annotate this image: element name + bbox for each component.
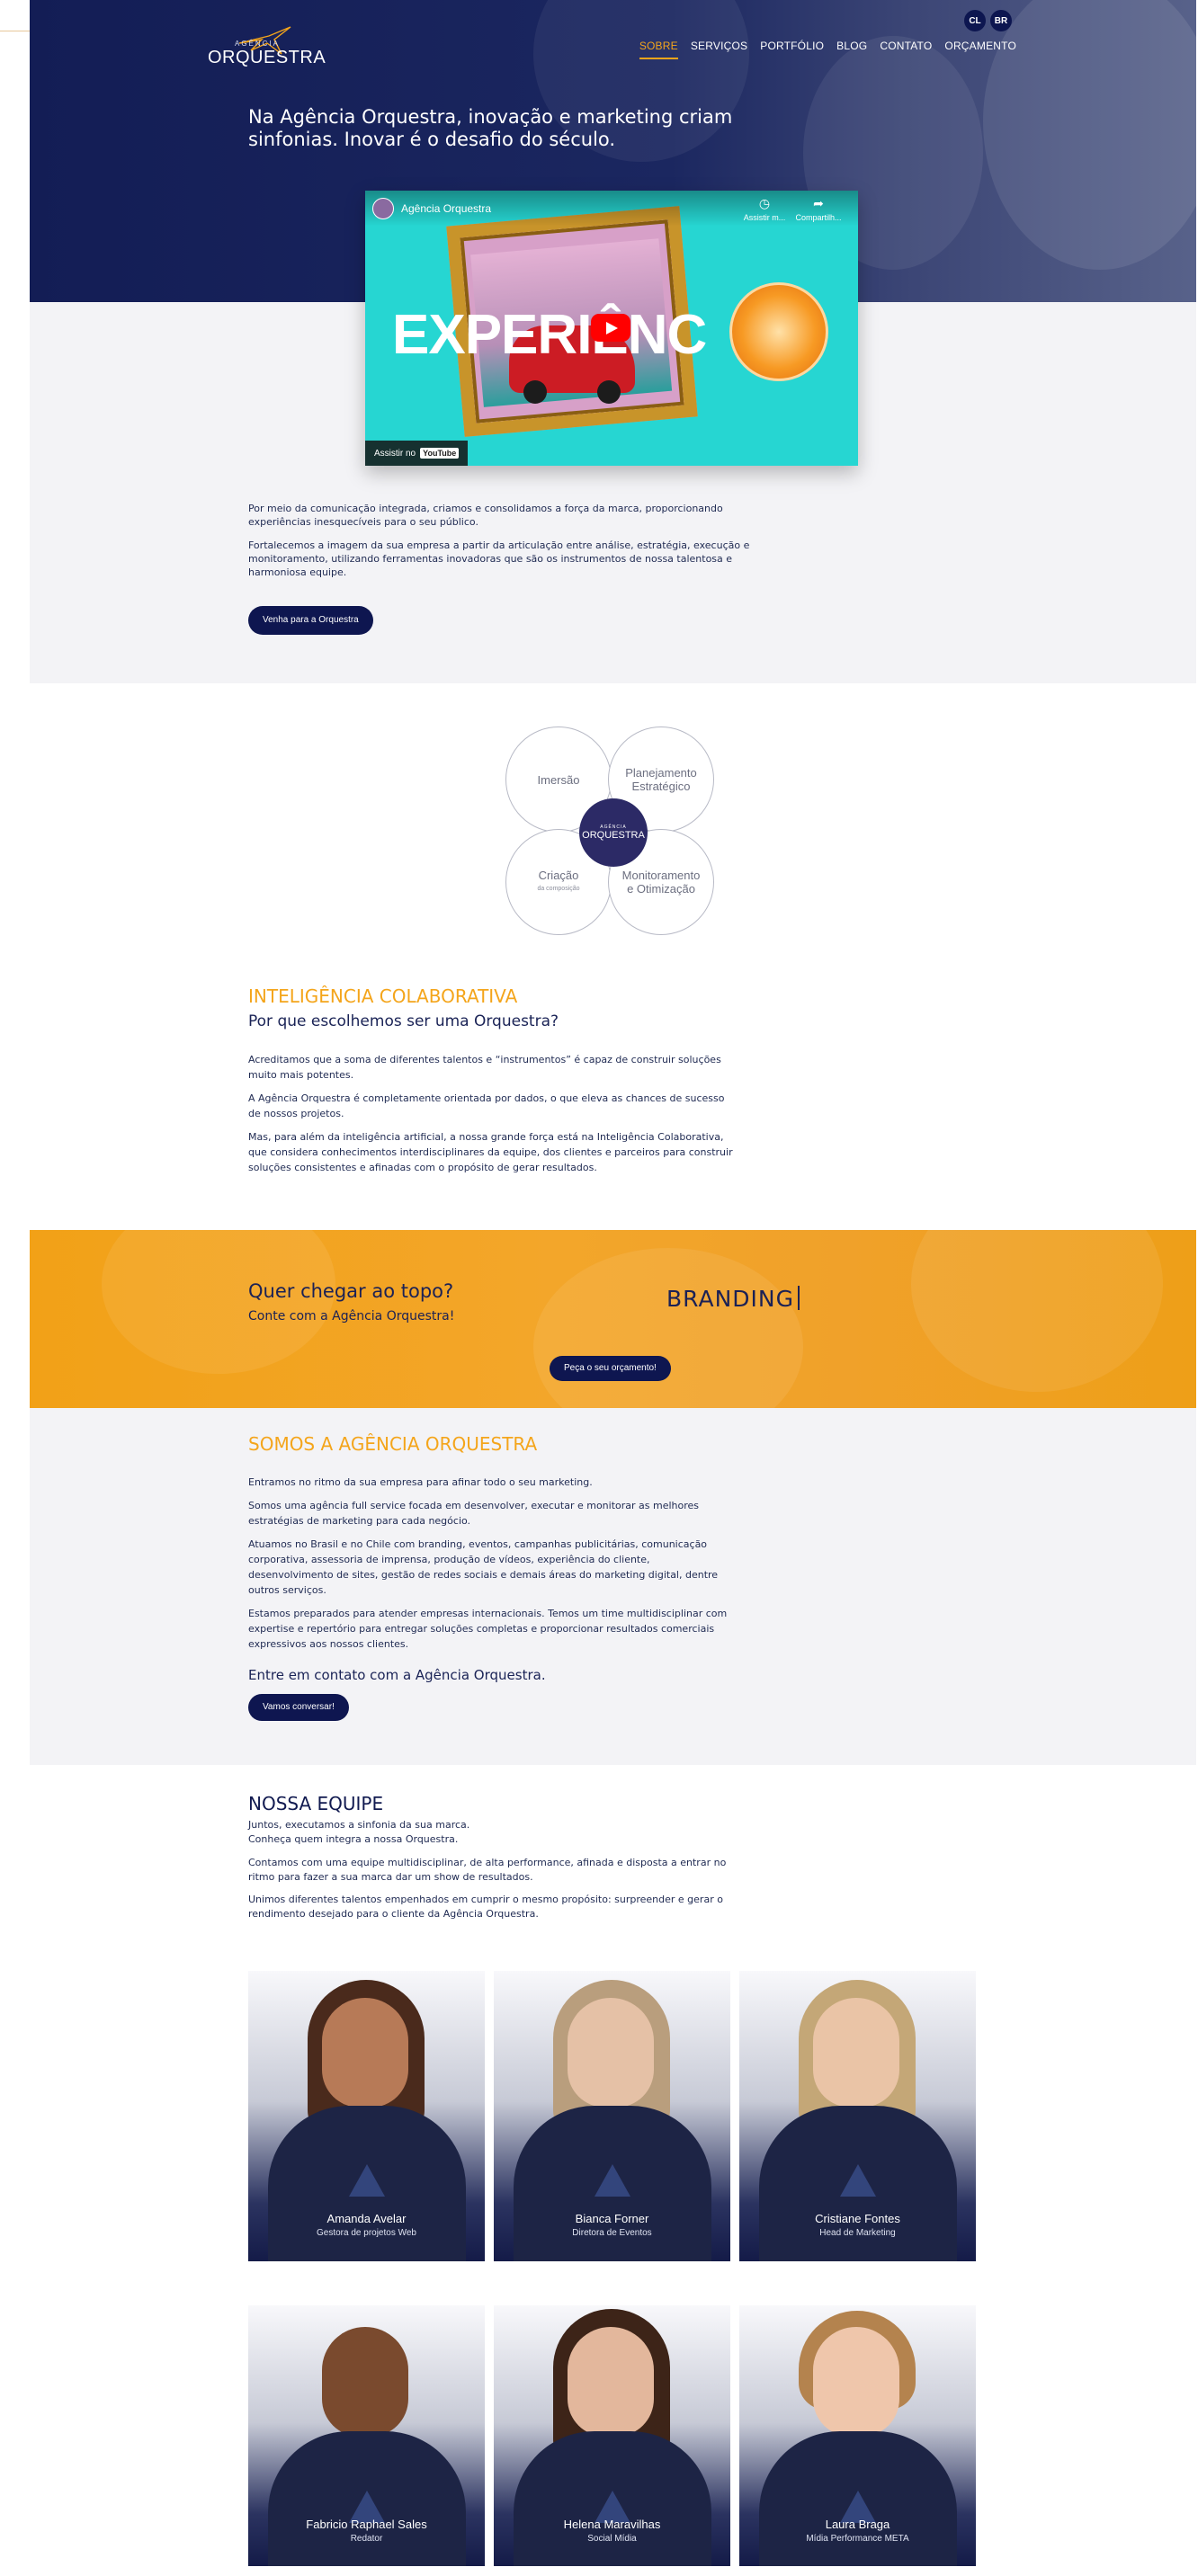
team-card[interactable]: Helena Maravilhas Social Mídia — [494, 2305, 730, 2566]
collab-text: Acreditamos que a soma de diferentes tal… — [248, 1052, 734, 1183]
about-paragraph: Atuamos no Brasil e no Chile com brandin… — [248, 1538, 719, 1596]
page-frame: AGÊNCIA ORQUESTRA CL BR SOBRE SERVIÇOS P… — [30, 0, 1196, 2576]
nav-blog[interactable]: BLOG — [836, 40, 867, 59]
member-name: Cristiane Fontes — [815, 2212, 900, 2225]
shirt-logo-icon — [595, 2164, 630, 2197]
collab-title: INTELIGÊNCIA COLABORATIVA — [248, 985, 518, 1007]
about-paragraph: Somos uma agência full service focada em… — [248, 1500, 700, 1527]
video-overlay-text: EXPERIÊNC — [392, 304, 707, 366]
site-logo[interactable]: AGÊNCIA ORQUESTRA — [208, 23, 326, 70]
member-role: Social Mídia — [587, 2534, 637, 2544]
team-card[interactable]: Bianca Forner Diretora de Eventos — [494, 1971, 730, 2261]
channel-avatar[interactable] — [372, 198, 394, 219]
cta-subtitle: Conte com a Agência Orquestra! — [248, 1309, 455, 1324]
team-photo — [813, 2327, 899, 2437]
collab-subtitle: Por que escolhemos ser uma Orquestra? — [248, 1012, 559, 1030]
intro-text: Por meio da comunicação integrada, criam… — [248, 502, 761, 589]
cta-band: Quer chegar ao topo? Conte com a Agência… — [30, 1230, 1196, 1408]
lang-cl-button[interactable]: CL — [964, 10, 986, 31]
request-quote-button[interactable]: Peça o seu orçamento! — [550, 1356, 671, 1381]
cta-title: Quer chegar ao topo? — [248, 1280, 454, 1302]
team-title: NOSSA EQUIPE — [248, 1793, 384, 1814]
shirt-logo-icon — [349, 2164, 385, 2197]
shirt-logo-icon — [840, 2164, 876, 2197]
member-name: Helena Maravilhas — [563, 2518, 661, 2531]
member-name: Laura Braga — [825, 2518, 890, 2531]
team-card[interactable]: Fabricio Raphael Sales Redator — [248, 2305, 485, 2566]
intro-paragraph: Fortalecemos a imagem da sua empresa a p… — [248, 539, 750, 578]
nav-orcamento[interactable]: ORÇAMENTO — [944, 40, 1016, 59]
video-embed[interactable]: EXPERIÊNC Agência Orquestra ◷ Assistir m… — [365, 191, 858, 466]
about-title: SOMOS A AGÊNCIA ORQUESTRA — [248, 1433, 538, 1455]
member-name: Amanda Avelar — [326, 2212, 407, 2225]
watch-later-label: Assistir m... — [743, 213, 786, 222]
member-role: Redator — [350, 2534, 383, 2544]
collab-paragraph: Acreditamos que a soma de diferentes tal… — [248, 1054, 721, 1081]
nav-contato[interactable]: CONTATO — [880, 40, 932, 59]
about-paragraph: Estamos preparados para atender empresas… — [248, 1608, 728, 1650]
video-channel-title[interactable]: Agência Orquestra — [401, 202, 491, 215]
member-name: Fabricio Raphael Sales — [306, 2518, 427, 2531]
team-text: Juntos, executamos a sinfonia da sua mar… — [248, 1818, 734, 1930]
video-art-orange — [729, 282, 828, 381]
share-icon: ➦ — [813, 196, 824, 210]
contact-heading: Entre em contato com a Agência Orquestra… — [248, 1667, 546, 1683]
team-paragraph: Contamos com uma equipe multidisciplinar… — [248, 1857, 727, 1883]
member-role: Head de Marketing — [819, 2228, 896, 2238]
team-card[interactable]: Cristiane Fontes Head de Marketing — [739, 1971, 976, 2261]
team-photo — [568, 1998, 654, 2108]
main-nav: SOBRE SERVIÇOS PORTFÓLIO BLOG CONTATO OR… — [639, 40, 1016, 59]
watch-later-button[interactable]: ◷ Assistir m... — [738, 196, 791, 222]
team-card[interactable]: Amanda Avelar Gestora de projetos Web — [248, 1971, 485, 2261]
join-orchestra-button[interactable]: Venha para a Orquestra — [248, 606, 373, 635]
member-role: Mídia Performance META — [806, 2534, 909, 2544]
team-photo — [322, 2327, 408, 2437]
hero-headline: Na Agência Orquestra, inovação e marketi… — [248, 106, 733, 150]
collab-paragraph: Mas, para além da inteligência artificia… — [248, 1131, 733, 1173]
lets-talk-button[interactable]: Vamos conversar! — [248, 1694, 349, 1721]
share-label: Compartilh... — [795, 213, 842, 222]
member-name: Bianca Forner — [575, 2212, 649, 2225]
team-intro-line: Juntos, executamos a sinfonia da sua mar… — [248, 1819, 470, 1831]
nav-servicos[interactable]: SERVIÇOS — [691, 40, 747, 59]
youtube-logo-icon: YouTube — [420, 448, 460, 459]
lang-br-button[interactable]: BR — [990, 10, 1012, 31]
intro-paragraph: Por meio da comunicação integrada, criam… — [248, 503, 723, 528]
team-intro-line: Conheça quem integra a nossa Orquestra. — [248, 1833, 459, 1845]
watch-on-youtube-button[interactable]: Assistir no YouTube — [365, 441, 469, 466]
process-diagram: Imersão Planejamento Estratégico Criação… — [505, 726, 721, 938]
team-card[interactable]: Laura Braga Mídia Performance META — [739, 2305, 976, 2566]
member-role: Diretora de Eventos — [572, 2228, 652, 2238]
diagram-center-logo: AGÊNCIA ORQUESTRA — [579, 798, 648, 867]
team-photo — [568, 2327, 654, 2437]
team-photo — [813, 1998, 899, 2108]
logo-big-text: ORQUESTRA — [208, 48, 326, 67]
team-photo — [322, 1998, 408, 2108]
clock-icon: ◷ — [758, 196, 771, 210]
nav-portfolio[interactable]: PORTFÓLIO — [760, 40, 824, 59]
nav-sobre[interactable]: SOBRE — [639, 40, 678, 59]
share-button[interactable]: ➦ Compartilh... — [791, 196, 845, 222]
logo-small-text: AGÊNCIA — [235, 40, 281, 48]
team-paragraph: Unimos diferentes talentos empenhados em… — [248, 1894, 723, 1920]
member-role: Gestora de projetos Web — [317, 2228, 416, 2238]
play-icon[interactable] — [591, 314, 630, 342]
typed-word: BRANDING — [666, 1286, 800, 1312]
about-text: Entramos no ritmo da sua empresa para af… — [248, 1475, 734, 1660]
watch-on-label: Assistir no — [374, 448, 416, 459]
about-paragraph: Entramos no ritmo da sua empresa para af… — [248, 1476, 593, 1488]
collab-paragraph: A Agência Orquestra é completamente orie… — [248, 1092, 725, 1119]
